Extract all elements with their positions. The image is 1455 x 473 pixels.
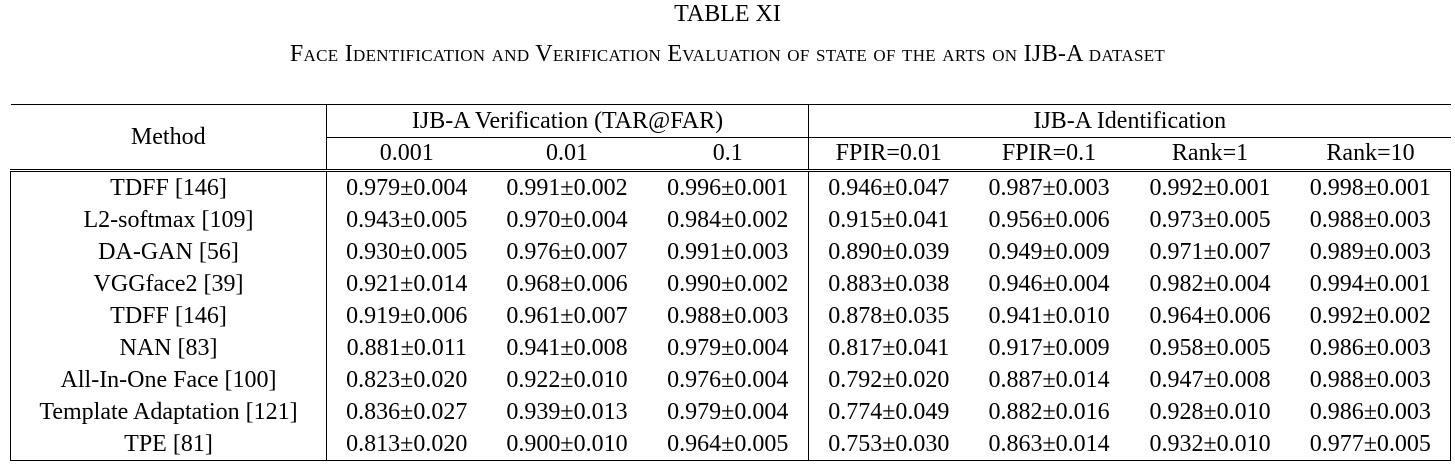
value-cell: 0.932±0.010	[1129, 428, 1291, 461]
value-cell: 0.813±0.020	[326, 428, 487, 461]
value-cell: 0.988±0.003	[647, 300, 810, 332]
table-row: L2-softmax [109] 0.943±0.005 0.970±0.004 0.…	[10, 204, 1452, 236]
value-cell: 0.917±0.009	[988, 334, 1110, 361]
value-cell: 0.976±0.004	[647, 364, 810, 396]
method-cell: L2-softmax [109]	[10, 204, 327, 236]
value-cell: 0.994±0.001	[1290, 268, 1452, 300]
value-cell: 0.992±0.002	[1290, 300, 1452, 332]
value-cell: 0.984±0.002	[647, 204, 810, 236]
table-row: Template Adaptation [121] 0.836±0.027 0.93…	[10, 396, 1452, 428]
method-cell: All-In-One Face [100]	[10, 364, 327, 396]
value-cell: 0.943±0.005	[346, 206, 468, 233]
method-cell: TDFF [146]	[10, 170, 327, 204]
column-header: FPIR=0.1	[968, 137, 1130, 172]
value-cell: 0.979±0.004	[647, 396, 810, 428]
value-cell: 0.991±0.003	[647, 236, 810, 268]
table-row: DA-GAN [56] 0.930±0.005 0.976±0.007 0.991±0…	[10, 236, 1452, 268]
table-caption: Face Identification and Verification Eva…	[289, 41, 1166, 67]
table-row: NAN [83] 0.881±0.011 0.941±0.008 0.979±0.00…	[10, 332, 1452, 364]
value-cell: 0.982±0.004	[1149, 270, 1271, 297]
column-header: FPIR=0.01	[808, 137, 969, 172]
value-cell: 0.946±0.004	[988, 270, 1110, 297]
value-cell: 0.947±0.008	[1149, 366, 1271, 393]
value-cell: 0.964±0.006	[1149, 302, 1271, 329]
value-cell: 0.922±0.010	[506, 366, 628, 393]
table-row: All-In-One Face [100] 0.823±0.020 0.922±0.…	[10, 364, 1452, 396]
value-cell: 0.991±0.002	[506, 174, 628, 201]
value-cell: 0.996±0.001	[647, 170, 810, 204]
value-cell: 0.900±0.010	[486, 428, 648, 461]
value-cell: 0.881±0.011	[346, 334, 467, 361]
value-cell: 0.988±0.003	[1290, 364, 1452, 396]
method-cell: Template Adaptation [121]	[10, 396, 327, 428]
table-title: TABLE XI	[674, 1, 781, 27]
table-body: TDFF [146] 0.979±0.004 0.991±0.002 0.996±0.…	[10, 170, 1452, 461]
table-row: TDFF [146] 0.979±0.004 0.991±0.002 0.996±0.…	[10, 170, 1452, 204]
value-cell: 0.919±0.006	[346, 302, 468, 329]
value-cell: 0.915±0.041	[828, 206, 950, 233]
value-cell: 0.988±0.003	[1290, 204, 1452, 236]
value-cell: 0.979±0.004	[346, 174, 468, 201]
value-cell: 0.946±0.047	[828, 174, 950, 201]
method-cell: TPE [81]	[10, 428, 327, 461]
value-cell: 0.939±0.013	[506, 398, 628, 425]
value-cell: 0.968±0.006	[506, 270, 628, 297]
table-row: VGGface2 [39] 0.921±0.014 0.968±0.006 0.990…	[10, 268, 1452, 300]
value-cell: 0.823±0.020	[346, 366, 468, 393]
verification-group-header: IJB-A Verification (TAR@FAR)	[326, 104, 810, 138]
value-cell: 0.928±0.010	[1149, 398, 1271, 425]
method-cell: TDFF [146]	[10, 300, 327, 332]
value-cell: 0.971±0.007	[1149, 238, 1271, 265]
table-row: TPE [81] 0.813±0.020 0.900±0.010 0.964±0.00…	[10, 428, 1452, 461]
method-cell: DA-GAN [56]	[10, 236, 327, 268]
column-header: Rank=10	[1290, 137, 1451, 172]
value-cell: 0.964±0.005	[647, 428, 810, 461]
value-cell: 0.990±0.002	[647, 268, 810, 300]
value-cell: 0.774±0.049	[828, 398, 950, 425]
value-cell: 0.989±0.003	[1290, 236, 1452, 268]
method-cell: NAN [83]	[10, 332, 327, 364]
value-cell: 0.973±0.005	[1149, 206, 1271, 233]
value-cell: 0.976±0.007	[506, 238, 628, 265]
method-cell: VGGface2 [39]	[10, 268, 327, 300]
value-cell: 0.836±0.027	[346, 398, 468, 425]
column-header: 0.01	[486, 137, 648, 172]
method-header: Method	[10, 104, 327, 172]
value-cell: 0.958±0.005	[1149, 334, 1271, 361]
value-cell: 0.883±0.038	[828, 270, 950, 297]
value-cell: 0.986±0.003	[1290, 396, 1452, 428]
value-cell: 0.941±0.008	[506, 334, 628, 361]
column-header: 0.001	[326, 137, 487, 172]
column-header: 0.1	[647, 137, 810, 172]
value-cell: 0.878±0.035	[828, 302, 950, 329]
value-cell: 0.956±0.006	[988, 206, 1110, 233]
value-cell: 0.863±0.014	[968, 428, 1130, 461]
column-header: Rank=1	[1129, 137, 1291, 172]
value-cell: 0.882±0.016	[988, 398, 1110, 425]
value-cell: 0.949±0.009	[988, 238, 1110, 265]
value-cell: 0.921±0.014	[346, 270, 468, 297]
identification-group-header: IJB-A Identification	[808, 104, 1451, 138]
value-cell: 0.961±0.007	[506, 302, 628, 329]
results-table: Method IJB-A Verification (TAR@FAR) IJB-…	[10, 104, 1452, 461]
value-cell: 0.753±0.030	[808, 428, 969, 461]
value-cell: 0.987±0.003	[988, 174, 1110, 201]
value-cell: 0.887±0.014	[988, 366, 1110, 393]
value-cell: 0.970±0.004	[506, 206, 628, 233]
value-cell: 0.998±0.001	[1290, 170, 1452, 204]
value-cell: 0.986±0.003	[1290, 332, 1452, 364]
value-cell: 0.979±0.004	[647, 332, 810, 364]
value-cell: 0.817±0.041	[828, 334, 950, 361]
value-cell: 0.792±0.020	[828, 366, 950, 393]
table-row: TDFF [146] 0.919±0.006 0.961±0.007 0.988±0.…	[10, 300, 1452, 332]
value-cell: 0.977±0.005	[1290, 428, 1452, 461]
value-cell: 0.930±0.005	[346, 238, 468, 265]
value-cell: 0.941±0.010	[988, 302, 1110, 329]
value-cell: 0.992±0.001	[1149, 174, 1271, 201]
value-cell: 0.890±0.039	[828, 238, 950, 265]
